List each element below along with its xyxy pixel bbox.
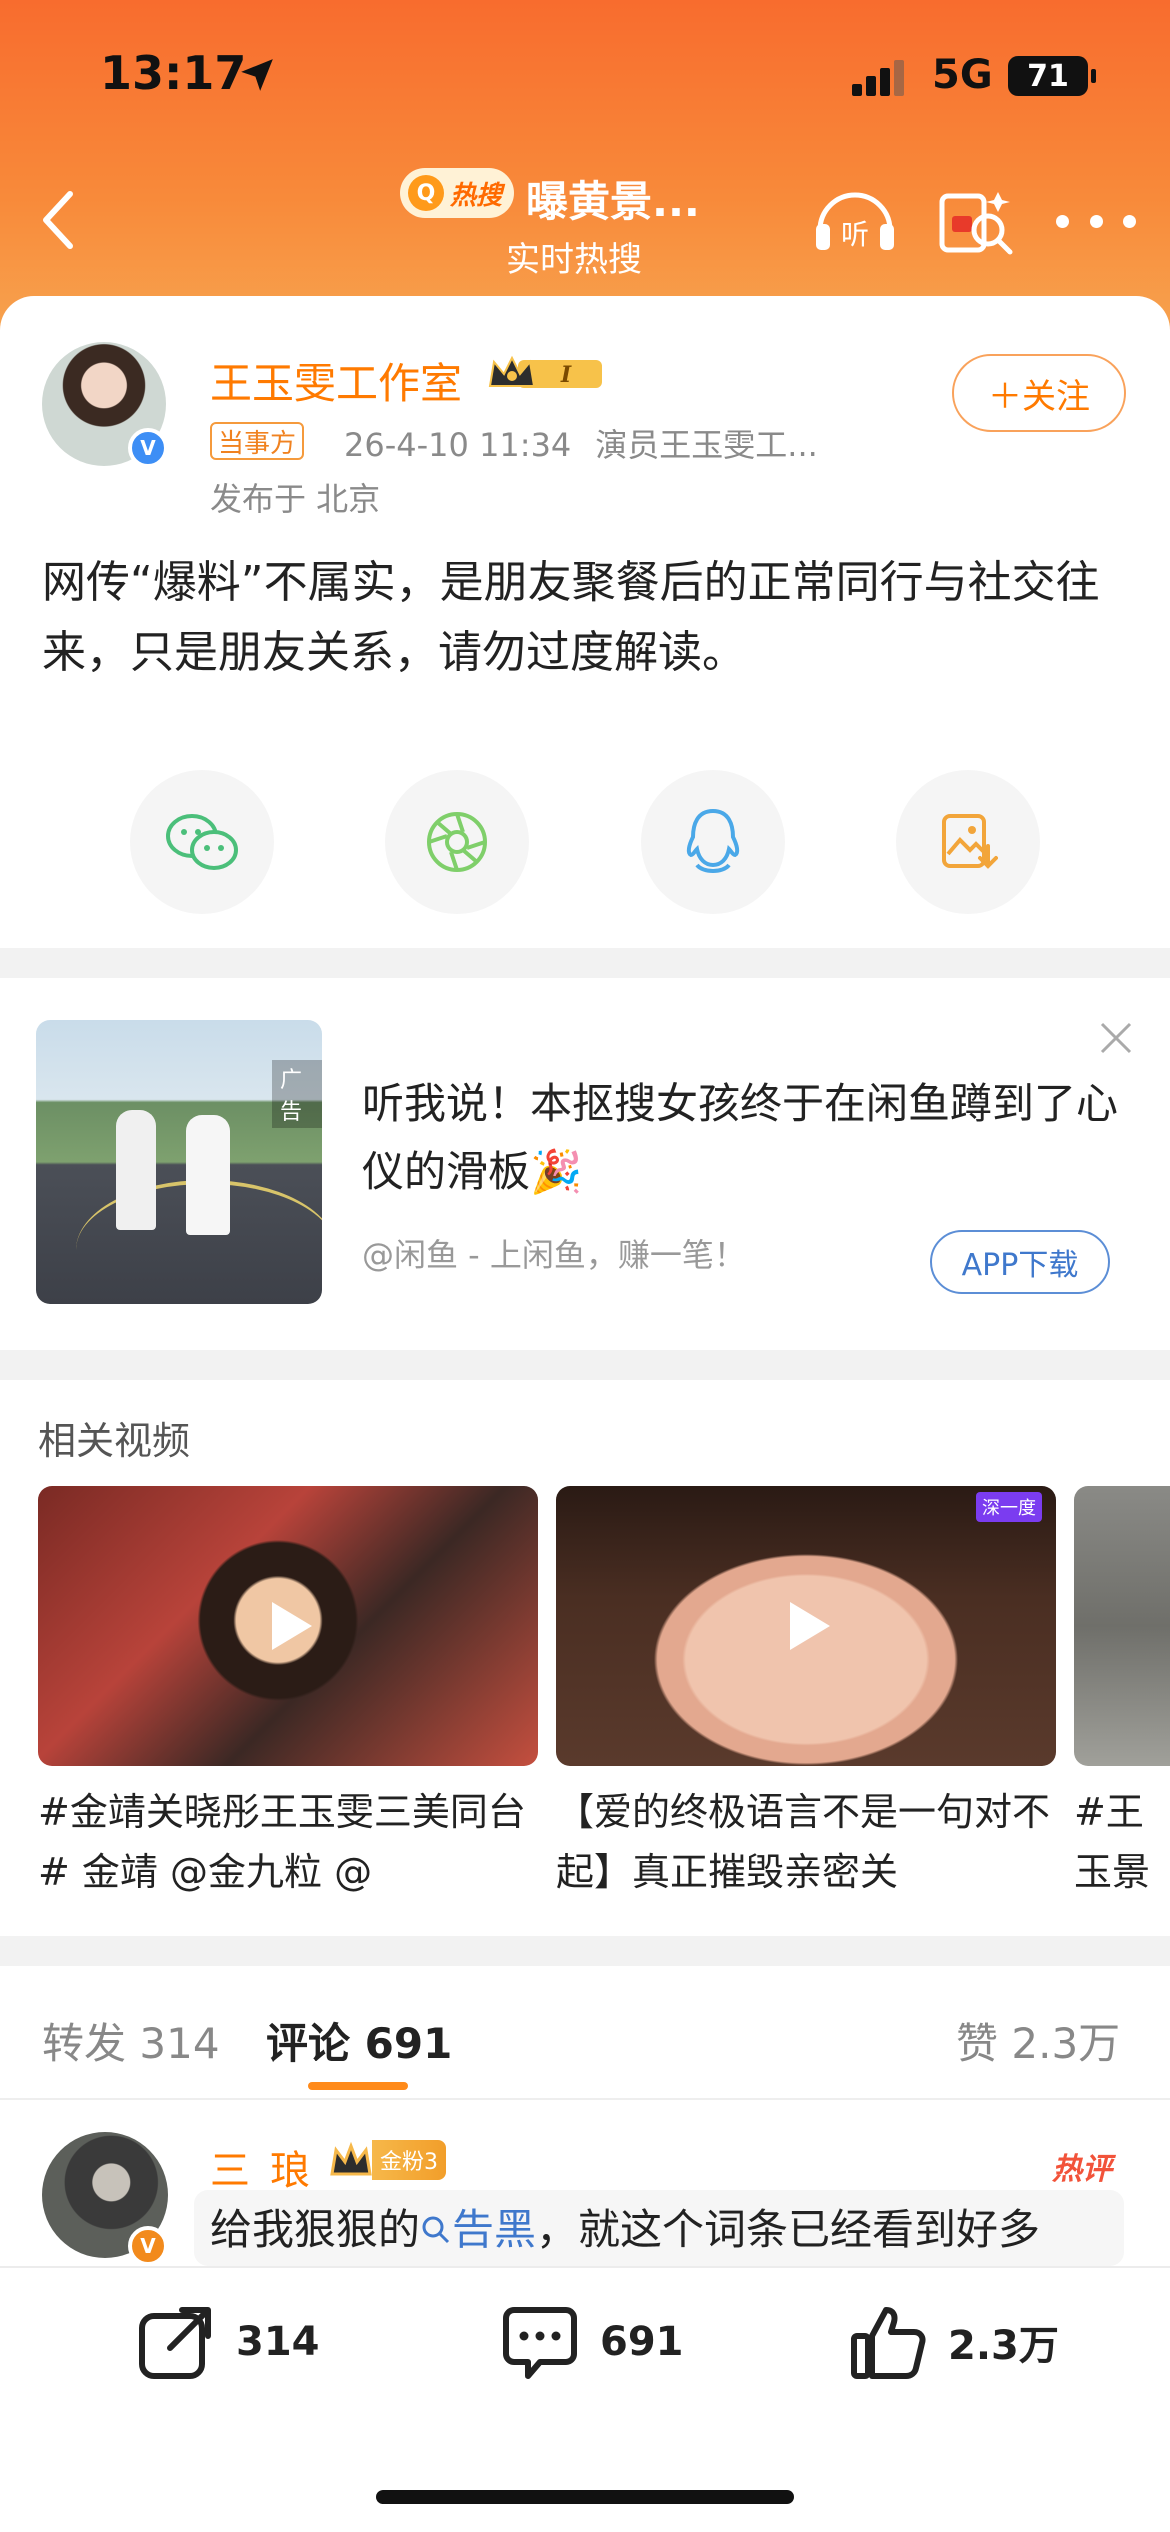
video-caption: #王玉景瑜的 bbox=[1074, 1790, 1151, 1894]
post-datetime: 26-4-10 11:34 bbox=[344, 426, 572, 464]
fan-level-badge: 金粉3 bbox=[330, 2140, 446, 2180]
tab-like-label: 赞 bbox=[956, 2019, 999, 2068]
comment-text: 给我狠狠的 告黑，就这个词条已经看到好多 bbox=[210, 2196, 1040, 2257]
tab-like[interactable]: 赞 2.3万 bbox=[956, 2010, 1120, 2071]
back-button[interactable] bbox=[28, 180, 88, 260]
ad-title[interactable]: 听我说！本抠搜女孩终于在闲鱼蹲到了心仪的滑板🎉 bbox=[362, 1070, 1122, 1206]
status-time: 13:17 bbox=[100, 46, 247, 100]
red-packet-search-icon[interactable] bbox=[936, 182, 1016, 262]
video-caption: #金靖关晓彤王玉雯三美同台# 金靖 @金九粒 @ bbox=[38, 1790, 526, 1894]
ad-image-figure bbox=[186, 1115, 230, 1235]
svg-text:I: I bbox=[560, 362, 572, 388]
ad-image[interactable]: 广告 bbox=[36, 1020, 322, 1304]
like-button[interactable]: 2.3万 bbox=[848, 2300, 1059, 2384]
status-bar: 13:17 5G 71 bbox=[0, 0, 1170, 150]
ad-label: 广告 bbox=[272, 1060, 322, 1128]
post-text: 网传“爆料”不属实，是朋友聚餐后的正常同行与社交往来，只是朋友关系，请勿过度解读… bbox=[42, 557, 1100, 678]
tab-comment-count: 691 bbox=[364, 2019, 453, 2068]
repost-icon bbox=[139, 2307, 211, 2379]
more-options-button[interactable] bbox=[1056, 196, 1136, 246]
comment-item: V 三_琅 金粉3 热评 给我狠狠的 告黑，就这个词条已经看到好多 bbox=[0, 2100, 1170, 2270]
video-thumbnail[interactable] bbox=[1074, 1486, 1170, 1766]
comment-text-box: 给我狠狠的 告黑，就这个词条已经看到好多 bbox=[194, 2190, 1124, 2266]
search-icon: Q bbox=[408, 175, 444, 211]
comment-count: 691 bbox=[600, 2319, 684, 2365]
play-icon bbox=[790, 1602, 830, 1650]
verified-icon: V bbox=[128, 2226, 168, 2266]
ad-image-figure bbox=[116, 1110, 156, 1230]
comment-button[interactable]: 691 bbox=[500, 2300, 684, 2384]
signal-icon bbox=[852, 60, 904, 96]
related-videos-card: 相关视频 #金靖关晓彤王玉雯三美同台# 金靖 @金九粒 @ 深一度 【爱的终极语… bbox=[0, 1380, 1170, 1936]
dot-icon bbox=[1056, 214, 1069, 228]
repost-count: 314 bbox=[236, 2319, 320, 2365]
tab-repost[interactable]: 转发 314 bbox=[42, 2010, 220, 2071]
battery-icon: 71 bbox=[1008, 56, 1096, 96]
share-qq-button[interactable] bbox=[640, 770, 785, 914]
video-item[interactable]: 深一度 【爱的终极语言不是一句对不起】真正摧毁亲密关 bbox=[556, 1486, 1056, 1902]
video-thumbnail[interactable] bbox=[38, 1486, 538, 1766]
vip-crown-badge-icon: I bbox=[488, 355, 602, 388]
section-title: 相关视频 bbox=[38, 1419, 191, 1463]
post-meta: 26-4-10 11:34 演员王玉雯工... bbox=[344, 420, 818, 466]
interaction-tabs: 转发 314 评论 691 赞 2.3万 bbox=[0, 1966, 1170, 2102]
network-type: 5G bbox=[932, 52, 993, 98]
tab-comment[interactable]: 评论 691 bbox=[266, 2010, 452, 2071]
dot-icon bbox=[1089, 214, 1103, 228]
video-item[interactable]: #王玉景瑜的 bbox=[1074, 1486, 1170, 1902]
tab-comment-label: 评论 bbox=[266, 2019, 351, 2068]
hot-search-badge: Q 热搜 bbox=[400, 168, 515, 218]
listen-button[interactable]: 听 bbox=[810, 180, 900, 260]
tab-like-count: 2.3万 bbox=[1011, 2019, 1121, 2068]
hot-comment-tag: 热评 bbox=[1052, 2152, 1112, 2187]
crown-icon bbox=[330, 2141, 372, 2176]
close-icon[interactable] bbox=[1096, 1018, 1136, 1058]
qq-icon bbox=[686, 808, 739, 873]
author-name[interactable]: 王玉雯工作室 bbox=[210, 350, 462, 411]
verified-icon: V bbox=[128, 428, 168, 468]
dot-icon bbox=[1123, 214, 1136, 228]
video-caption: 【爱的终极语言不是一句对不起】真正摧毁亲密关 bbox=[556, 1790, 1051, 1894]
commenter-name[interactable]: 三_琅 bbox=[210, 2138, 310, 2196]
page-subtitle: 实时热搜 bbox=[506, 240, 642, 280]
save-image-icon bbox=[941, 814, 998, 869]
tab-repost-count: 314 bbox=[139, 2019, 220, 2068]
home-indicator[interactable] bbox=[376, 2490, 794, 2504]
ad-card[interactable]: 广告 听我说！本抠搜女孩终于在闲鱼蹲到了心仪的滑板🎉 @闲鱼 - 上闲鱼，赚一笔… bbox=[0, 978, 1170, 1350]
comment-text-prefix: 给我狠狠的 bbox=[210, 2205, 421, 2254]
follow-button[interactable]: ＋关注 bbox=[952, 354, 1126, 432]
search-icon bbox=[422, 2216, 450, 2244]
keyword-link[interactable]: 告黑 bbox=[420, 2205, 536, 2254]
like-count: 2.3万 bbox=[948, 2323, 1059, 2369]
save-image-button[interactable] bbox=[895, 770, 1040, 914]
share-moments-button[interactable] bbox=[385, 770, 530, 914]
video-item[interactable]: #金靖关晓彤王玉雯三美同台# 金靖 @金九粒 @ bbox=[38, 1486, 538, 1902]
ad-source: @闲鱼 - 上闲鱼，赚一笔！ bbox=[362, 1236, 746, 1274]
keyword-text: 告黑 bbox=[452, 2205, 537, 2254]
post-location: 发布于 北京 bbox=[210, 480, 381, 518]
post-source: 演员王玉雯工... bbox=[595, 426, 818, 464]
video-badge: 深一度 bbox=[976, 1492, 1042, 1522]
post-card: V 王玉雯工作室 I ＋关注 当事方 26-4-10 11:34 演员王玉雯工..… bbox=[0, 296, 1170, 948]
fan-level-label: 金粉3 bbox=[372, 2140, 446, 2180]
app-download-button[interactable]: APP下载 bbox=[930, 1230, 1110, 1294]
location-arrow-icon bbox=[241, 59, 273, 91]
active-tab-indicator bbox=[308, 2082, 408, 2090]
thumbs-up-icon bbox=[851, 2307, 926, 2379]
wechat-icon bbox=[166, 814, 238, 870]
comment-text-suffix: ，就这个词条已经看到好多 bbox=[536, 2205, 1041, 2254]
share-wechat-button[interactable] bbox=[130, 770, 274, 914]
play-icon bbox=[272, 1602, 312, 1650]
page-title[interactable]: 曝黄景... bbox=[526, 168, 700, 229]
party-tag: 当事方 bbox=[210, 422, 305, 460]
hot-search-label: 热搜 bbox=[450, 180, 503, 211]
video-thumbnail[interactable]: 深一度 bbox=[556, 1486, 1056, 1766]
tab-repost-label: 转发 bbox=[42, 2019, 127, 2068]
share-row bbox=[130, 770, 1040, 914]
comment-icon bbox=[503, 2307, 577, 2379]
repost-button[interactable]: 314 bbox=[136, 2300, 320, 2384]
svg-text:听: 听 bbox=[841, 218, 869, 251]
moments-icon bbox=[427, 812, 488, 872]
